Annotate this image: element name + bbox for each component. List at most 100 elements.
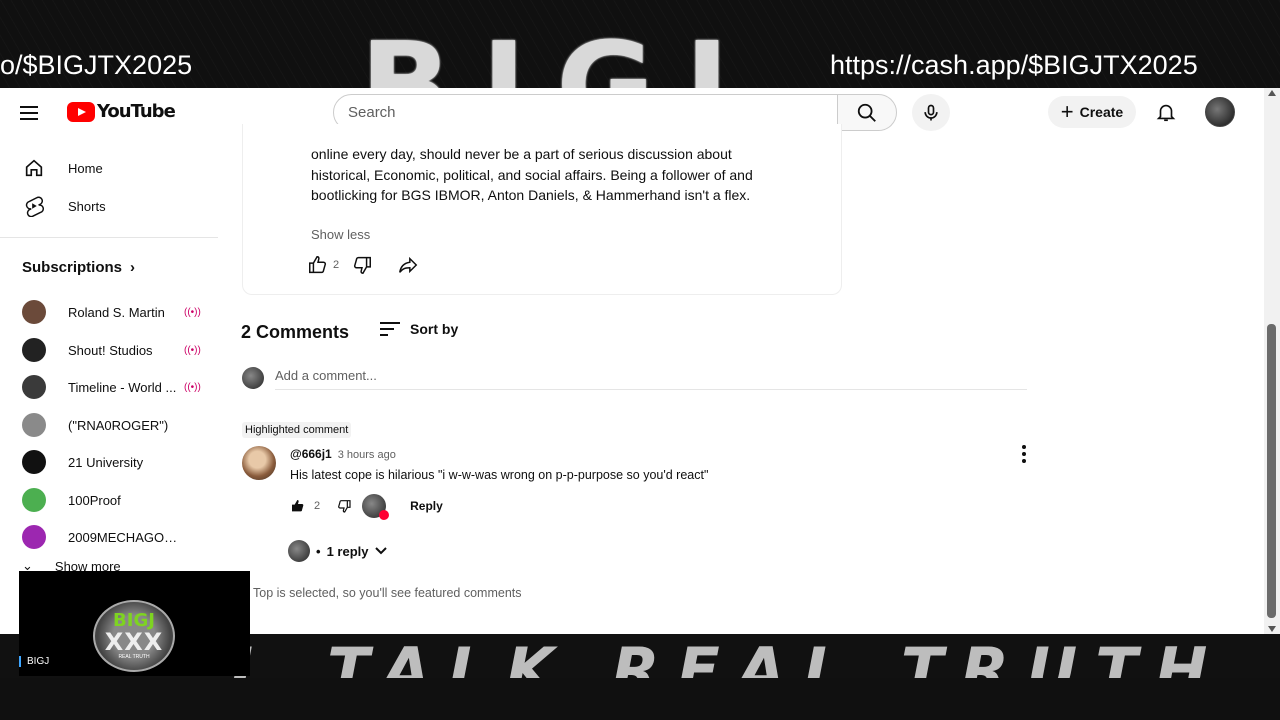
sidebar-divider [0,237,218,238]
channel-name: Roland S. Martin [68,304,165,320]
home-icon [22,156,46,180]
channel-avatar [22,338,46,362]
sidebar: Home Shorts Subscriptions › Roland S. Ma… [0,136,232,634]
scroll-up-arrow-icon[interactable] [1268,90,1276,96]
bullet-separator: • [316,543,321,559]
account-avatar[interactable] [1205,97,1235,127]
bell-icon [1156,104,1176,122]
subscriptions-header[interactable]: Subscriptions › [22,259,135,276]
sort-icon [380,322,400,336]
view-replies-button[interactable]: • 1 reply [288,540,388,562]
play-logo-icon [67,101,95,122]
channel-name: ("RNA0ROGER") [68,417,169,433]
plus-icon: + [1060,99,1074,124]
channel-avatar [22,375,46,399]
description-card: online every day, should never be a part… [242,124,842,295]
channel-name: Timeline - World ... [68,379,177,395]
channel-name: 21 University [68,454,144,470]
sidebar-subscription-item[interactable]: ("RNA0ROGER") [12,407,217,443]
brand-logo-line2: XXX [104,628,164,656]
scroll-thumb[interactable] [1267,324,1276,618]
sidebar-subscription-item[interactable]: 100Proof [12,482,217,518]
creator-heart-icon [362,494,390,520]
hamburger-menu-icon[interactable] [20,100,48,126]
description-text: online every day, should never be a part… [311,146,753,204]
share-button[interactable] [397,254,419,276]
subscriptions-label: Subscriptions [22,259,123,276]
search-icon [857,103,876,122]
chevron-down-icon [375,547,388,555]
logo-text: YouTube [97,101,176,122]
like-button[interactable] [307,254,329,276]
sidebar-subscription-item[interactable]: 21 University [12,444,217,480]
notifications-button[interactable] [1152,98,1180,126]
commenter-avatar[interactable] [242,446,276,480]
channel-avatar [22,525,46,549]
page-scrollbar[interactable] [1264,88,1280,634]
comment-more-actions-icon[interactable] [1017,444,1031,464]
ticker-text-left: o/$BIGJTX2025 [0,50,193,80]
my-avatar [242,367,264,389]
sidebar-subscription-item[interactable]: Shout! Studios ((•)) [12,332,217,368]
brand-logo: BIGJ XXX REAL TRUTH [93,600,175,672]
youtube-window: YouTube Search + Create Home Shorts Subs… [0,88,1280,634]
sidebar-label-shorts: Shorts [68,198,106,214]
channel-avatar [22,413,46,437]
post-actions: 2 [307,254,419,276]
highlighted-comment-badge: Highlighted comment [242,422,352,438]
sidebar-subscription-item[interactable]: 2009MECHAGODZI... [12,519,217,555]
scroll-down-arrow-icon[interactable] [1268,626,1276,632]
channel-avatar [22,450,46,474]
sidebar-subscription-item[interactable]: Timeline - World ... ((•)) [12,369,217,405]
thumbs-down-icon [338,500,351,513]
reply-button[interactable]: Reply [410,499,443,513]
ticker-bar [0,678,1280,720]
youtube-logo[interactable]: YouTube [67,101,176,122]
sort-by-label: Sort by [410,321,459,337]
add-comment-input[interactable]: Add a comment... [275,368,1027,390]
create-button[interactable]: + Create [1048,96,1136,128]
replies-label: 1 reply [326,543,369,559]
replier-avatar [288,540,310,562]
live-indicator-icon: ((•)) [184,344,201,356]
thumbs-up-icon [309,256,327,274]
thumbs-down-icon [354,256,372,274]
comment-text: His latest cope is hilarious "i w-w-was … [290,468,709,482]
sidebar-label-home: Home [68,160,103,176]
show-less-link[interactable]: Show less [311,227,370,242]
shorts-icon [22,194,46,218]
sidebar-item-home[interactable]: Home [12,150,217,186]
comment-author[interactable]: @666j1 [290,447,332,461]
ticker-text-right: https://cash.app/$BIGJTX2025 [830,50,1198,80]
dislike-button[interactable] [351,254,373,276]
brand-tag: BIGJ [19,656,49,667]
sidebar-subscription-item[interactable]: Roland S. Martin ((•)) [12,294,217,330]
microphone-icon [924,104,938,120]
channel-avatar [22,300,46,324]
comment-dislike-button[interactable] [336,498,352,514]
chevron-right-icon: › [130,259,136,276]
channel-avatar [22,488,46,512]
comments-count-heading: 2 Comments [241,322,350,342]
create-label: Create [1079,104,1124,120]
sidebar-item-shorts[interactable]: Shorts [12,188,217,224]
comment-like-button[interactable] [290,498,306,514]
sort-info-note: Top is selected, so you'll see featured … [253,586,522,600]
voice-search-button[interactable] [912,94,950,131]
comment-time[interactable]: 3 hours ago [338,449,396,461]
live-indicator-icon: ((•)) [184,381,201,393]
sort-by-button[interactable]: Sort by [380,321,458,337]
like-count: 2 [333,259,340,271]
channel-name: Shout! Studios [68,342,153,358]
channel-name: 2009MECHAGODZI... [68,529,178,545]
overlay-big-title: BIGJ [360,18,760,89]
search-button[interactable] [837,94,897,131]
comment-like-count: 2 [314,500,321,512]
thumbs-up-filled-icon [292,500,304,512]
channel-name: 100Proof [68,492,121,508]
live-indicator-icon: ((•)) [184,306,201,318]
share-icon [399,256,418,274]
comment-header: @666j1 3 hours ago [290,447,396,461]
comment-actions: 2 Reply [290,494,443,520]
brand-logo-line3: REAL TRUTH [118,654,150,660]
